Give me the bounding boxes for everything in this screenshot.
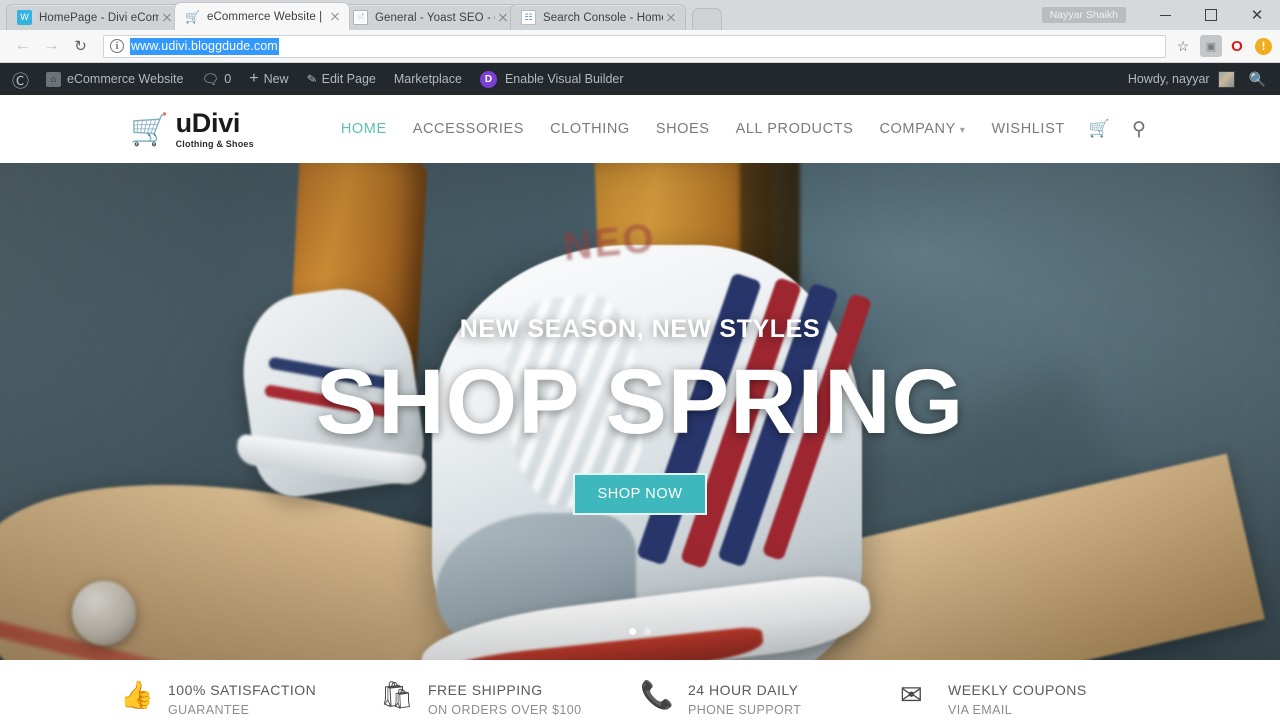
- avatar[interactable]: [1217, 70, 1235, 88]
- comment-count: 0: [224, 72, 232, 86]
- close-icon[interactable]: [495, 10, 511, 26]
- reload-icon[interactable]: ↻: [66, 32, 95, 61]
- search-console-icon: ☷: [521, 10, 536, 25]
- hero-title: SHOP SPRING: [315, 351, 965, 453]
- extension-gray-icon[interactable]: ▣: [1200, 35, 1222, 57]
- logo-tagline: Clothing & Shoes: [175, 138, 254, 149]
- wp-new[interactable]: + New: [240, 63, 297, 95]
- site-logo[interactable]: 🛒 uDivi Clothing & Shoes: [130, 107, 254, 149]
- wp-comments[interactable]: 🗨 0: [192, 63, 240, 95]
- nav-item-company[interactable]: COMPANY ▾: [866, 121, 978, 137]
- howdy-label[interactable]: Howdy, nayyar: [1128, 72, 1210, 86]
- feature-item: 🛍 FREE SHIPPING ON ORDERS OVER $100: [380, 682, 640, 720]
- tab-title: Search Console - Home: [543, 11, 663, 24]
- main-navigation: HOME ACCESSORIES CLOTHING SHOES ALL PROD…: [328, 118, 1157, 141]
- feature-subtitle: PHONE SUPPORT: [688, 703, 802, 717]
- shopping-basket-icon: 🛍: [380, 680, 415, 710]
- window-controls: Nayyar Shaikh ✕: [1041, 0, 1280, 30]
- slider-dot-2[interactable]: [644, 628, 651, 635]
- feature-item: ✉ WEEKLY COUPONS VIA EMAIL: [900, 682, 1160, 720]
- nav-item-company-label: COMPANY: [879, 121, 956, 137]
- opera-icon[interactable]: O: [1226, 35, 1248, 57]
- feature-item: 👍 100% SATISFACTION GUARANTEE: [120, 682, 380, 720]
- logo-name: uDivi: [175, 107, 241, 138]
- cart-icon: 🛒: [185, 9, 200, 24]
- wp-edit-page[interactable]: ✎ Edit Page: [298, 63, 385, 95]
- wordpress-icon: W: [17, 10, 32, 25]
- close-icon[interactable]: [663, 10, 679, 26]
- site-header: 🛒 uDivi Clothing & Shoes HOME ACCESSORIE…: [0, 95, 1280, 163]
- shop-now-button[interactable]: SHOP NOW: [573, 472, 707, 515]
- wp-marketplace[interactable]: Marketplace: [385, 63, 471, 95]
- feature-subtitle: VIA EMAIL: [948, 703, 1013, 717]
- slider-dot-1[interactable]: [629, 628, 636, 635]
- tab-title: HomePage - Divi eComm: [39, 11, 159, 24]
- visual-builder-label: Enable Visual Builder: [504, 72, 624, 86]
- hero-content: NEW SEASON, NEW STYLES SHOP SPRING SHOP …: [0, 163, 1280, 660]
- address-bar[interactable]: i www.udivi.bloggdude.com: [103, 34, 1166, 58]
- wordpress-logo-icon[interactable]: Ⓒ: [10, 63, 37, 95]
- url-text[interactable]: www.udivi.bloggdude.com: [130, 37, 279, 55]
- wp-admin-bar: Ⓒ ⌂ eCommerce Website 🗨 0 + New ✎ Edit P…: [0, 63, 1280, 95]
- chevron-down-icon: ▾: [959, 125, 966, 136]
- comment-icon: 🗨: [201, 70, 220, 87]
- feature-title: 100% SATISFACTION: [168, 682, 317, 698]
- browser-tab[interactable]: W HomePage - Divi eComm: [6, 4, 182, 30]
- feature-title: 24 HOUR DAILY: [688, 682, 799, 698]
- divi-icon: D: [479, 70, 497, 88]
- plus-icon: +: [249, 70, 259, 87]
- close-icon[interactable]: [327, 9, 343, 25]
- wp-site-name[interactable]: ⌂ eCommerce Website: [37, 63, 192, 95]
- shopping-cart-icon: 🛒: [130, 111, 169, 147]
- nav-item-clothing[interactable]: CLOTHING: [537, 121, 643, 137]
- minimize-icon[interactable]: [1142, 0, 1188, 30]
- new-tab-button[interactable]: [692, 8, 722, 30]
- browser-window: W HomePage - Divi eComm 🛒 eCommerce Webs…: [0, 0, 1280, 720]
- nav-item-all-products[interactable]: ALL PRODUCTS: [723, 121, 867, 137]
- warning-icon[interactable]: !: [1255, 37, 1272, 55]
- new-label: New: [263, 72, 289, 86]
- nav-item-shoes[interactable]: SHOES: [643, 121, 723, 137]
- nav-item-wishlist[interactable]: WISHLIST: [979, 121, 1078, 137]
- search-icon[interactable]: ⚲: [1121, 118, 1157, 141]
- profile-button[interactable]: Nayyar Shaikh: [1041, 7, 1126, 23]
- search-icon[interactable]: 🔍: [1235, 71, 1270, 88]
- close-icon[interactable]: [159, 10, 175, 26]
- phone-icon: 📞: [640, 680, 674, 710]
- envelope-icon: ✉: [900, 680, 923, 710]
- feature-title: WEEKLY COUPONS: [948, 682, 1087, 698]
- feature-item: 📞 24 HOUR DAILY PHONE SUPPORT: [640, 682, 900, 720]
- wp-visual-builder[interactable]: D Enable Visual Builder: [471, 63, 633, 95]
- hero-subtitle: NEW SEASON, NEW STYLES: [459, 315, 821, 343]
- browser-toolbar: ← → ↻ i www.udivi.bloggdude.com ☆ ▣ O !: [0, 30, 1280, 63]
- edit-page-label: Edit Page: [321, 72, 376, 86]
- browser-tab[interactable]: 📄 General - Yoast SEO - eC: [342, 4, 518, 30]
- nav-item-accessories[interactable]: ACCESSORIES: [400, 121, 537, 137]
- slider-pagination: [0, 628, 1280, 635]
- close-icon[interactable]: ✕: [1234, 0, 1280, 30]
- nav-item-home[interactable]: HOME: [328, 121, 400, 137]
- info-icon[interactable]: i: [110, 39, 124, 53]
- feature-subtitle: ON ORDERS OVER $100: [428, 703, 582, 717]
- tab-title: eCommerce Website |: [207, 10, 323, 23]
- browser-tab[interactable]: ☷ Search Console - Home: [510, 4, 686, 30]
- hero-slider: NEO NEW SEASON, NEW STYLES SHOP SPRING S…: [0, 163, 1280, 660]
- thumbs-up-icon: 👍: [120, 680, 154, 710]
- forward-arrow-icon[interactable]: →: [37, 32, 66, 61]
- star-icon[interactable]: ☆: [1170, 38, 1196, 55]
- document-icon: 📄: [353, 10, 368, 25]
- tab-strip: W HomePage - Divi eComm 🛒 eCommerce Webs…: [0, 0, 1280, 30]
- feature-subtitle: GUARANTEE: [168, 703, 250, 717]
- maximize-icon[interactable]: [1188, 0, 1234, 30]
- features-bar: 👍 100% SATISFACTION GUARANTEE 🛍 FREE SHI…: [0, 660, 1280, 720]
- home-icon: ⌂: [46, 71, 61, 87]
- back-arrow-icon[interactable]: ←: [8, 32, 37, 61]
- pencil-icon: ✎: [305, 71, 318, 87]
- browser-tab-active[interactable]: 🛒 eCommerce Website |: [174, 2, 350, 30]
- feature-title: FREE SHIPPING: [428, 682, 543, 698]
- site-name-label: eCommerce Website: [67, 72, 184, 86]
- wp-admin-bar-right: Howdy, nayyar 🔍: [1128, 70, 1270, 88]
- cart-icon[interactable]: 🛒: [1078, 119, 1121, 139]
- tab-title: General - Yoast SEO - eC: [375, 11, 495, 24]
